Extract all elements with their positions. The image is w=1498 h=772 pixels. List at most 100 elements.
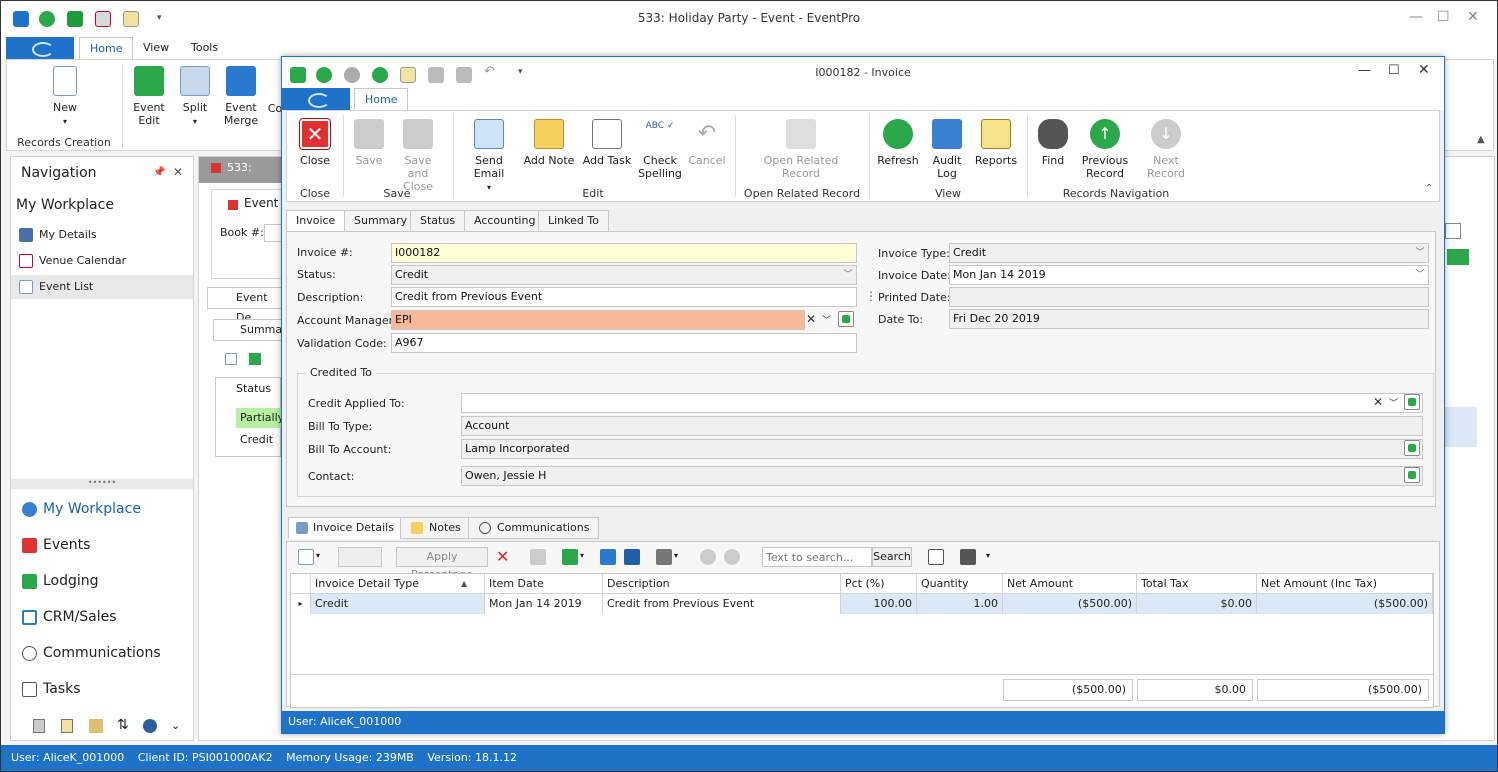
- event-edit-button[interactable]: Event Edit: [131, 66, 167, 127]
- percentage-input[interactable]: [338, 547, 382, 567]
- nav-section-lodging[interactable]: Lodging: [11, 565, 193, 597]
- delete-icon[interactable]: ✕: [496, 547, 509, 566]
- minimize-icon[interactable]: —: [1409, 9, 1423, 25]
- lookup-icon[interactable]: [1404, 394, 1420, 410]
- status-cell[interactable]: Partially: [236, 408, 284, 428]
- lookup-icon[interactable]: [1404, 440, 1420, 456]
- nav-item-my-details[interactable]: My Details: [11, 223, 193, 247]
- nav-section-my-workplace[interactable]: My Workplace: [11, 493, 193, 525]
- splitter-dots-icon[interactable]: ⋮: [865, 289, 877, 303]
- copy-icon[interactable]: [562, 549, 578, 565]
- splitter-handle[interactable]: ••••••: [11, 479, 193, 489]
- documents-icon[interactable]: [89, 719, 103, 733]
- invoice-number-field[interactable]: I000182: [391, 243, 857, 263]
- chevron-down-icon[interactable]: ﹀: [840, 266, 856, 284]
- tab-tools[interactable]: Tools: [181, 37, 228, 59]
- table-cell[interactable]: 100.00: [841, 594, 917, 614]
- nav-section-tasks[interactable]: Tasks: [11, 673, 193, 705]
- nav-section-communications[interactable]: Communications: [11, 637, 193, 669]
- account-manager-field[interactable]: EPI: [391, 310, 805, 330]
- bill-to-account-field[interactable]: Lamp Incorporated: [461, 439, 1423, 459]
- clipboard-icon[interactable]: [61, 719, 73, 733]
- column-header-net-inc-tax[interactable]: Net Amount (Inc Tax): [1257, 574, 1433, 594]
- lookup-icon[interactable]: [1404, 467, 1420, 483]
- collapse-ribbon-icon[interactable]: ▲: [1477, 134, 1485, 145]
- table-cell[interactable]: Credit from Previous Event: [603, 594, 841, 614]
- move-up-icon[interactable]: [700, 549, 716, 565]
- open-related-record-button[interactable]: Open Related Record: [761, 119, 841, 180]
- table-cell[interactable]: ($500.00): [1257, 594, 1433, 614]
- tab-summary[interactable]: Summar: [213, 319, 287, 341]
- column-header-item-date[interactable]: Item Date: [485, 574, 603, 594]
- tab-home[interactable]: Home: [354, 88, 409, 110]
- credit-applied-to-field[interactable]: [461, 393, 1423, 413]
- chevron-down-icon[interactable]: ▾: [674, 551, 678, 560]
- tab-notes[interactable]: Notes: [400, 517, 471, 539]
- tab-event-details[interactable]: Event De: [207, 287, 283, 324]
- globe-icon[interactable]: [143, 719, 157, 733]
- previous-record-button[interactable]: ↑ Previous Record: [1077, 119, 1133, 180]
- date-to-field[interactable]: Fri Dec 20 2019: [949, 309, 1429, 329]
- close-icon[interactable]: ✕: [1418, 62, 1430, 78]
- bill-to-type-field[interactable]: Account: [461, 416, 1423, 436]
- export-icon[interactable]: [600, 549, 616, 565]
- invoice-date-field[interactable]: Mon Jan 14 2019 ﹀: [949, 265, 1429, 285]
- pin-icon[interactable]: 📌: [153, 167, 165, 178]
- description-field[interactable]: Credit from Previous Event: [391, 287, 857, 307]
- table-cell[interactable]: Credit: [311, 594, 485, 614]
- chevron-down-icon[interactable]: ▾: [580, 551, 584, 560]
- import-icon[interactable]: [624, 549, 640, 565]
- close-button[interactable]: ✕ Close: [295, 118, 335, 167]
- chevron-down-icon[interactable]: ﹀: [1412, 266, 1428, 284]
- invoice-app-menu-button[interactable]: [282, 88, 350, 110]
- tab-invoice[interactable]: Invoice: [286, 210, 346, 232]
- reports-button[interactable]: Reports: [973, 119, 1019, 167]
- tab-invoice-details[interactable]: Invoice Details: [288, 517, 404, 539]
- close-icon[interactable]: ✕: [1467, 9, 1479, 25]
- lookup-icon[interactable]: [1445, 223, 1461, 239]
- sort-arrows-icon[interactable]: ⇅: [117, 717, 129, 733]
- chevron-down-icon[interactable]: ▾: [986, 551, 990, 560]
- refresh-button[interactable]: Refresh: [877, 119, 919, 167]
- find-button[interactable]: Find: [1033, 119, 1073, 167]
- audit-log-button[interactable]: Audit Log: [927, 119, 967, 180]
- nav-item-event-list[interactable]: Event List: [11, 275, 193, 299]
- clear-icon[interactable]: ✕: [806, 312, 816, 326]
- validation-code-field[interactable]: A967: [391, 333, 857, 353]
- save-layout-icon[interactable]: [960, 549, 976, 565]
- save-button[interactable]: Save: [349, 119, 389, 167]
- table-cell[interactable]: $0.00: [1137, 594, 1257, 614]
- printed-date-field[interactable]: [949, 287, 1429, 307]
- filter-icon[interactable]: [656, 549, 672, 565]
- chevron-down-icon[interactable]: ﹀: [822, 313, 831, 326]
- edit-row-icon[interactable]: [530, 549, 546, 565]
- new-icon[interactable]: [225, 353, 237, 365]
- status-select[interactable]: Credit ﹀: [391, 265, 857, 285]
- add-task-button[interactable]: Add Task: [581, 119, 633, 167]
- chevron-down-icon[interactable]: ﹀: [1389, 396, 1398, 409]
- minimize-icon[interactable]: —: [1358, 63, 1371, 78]
- chevron-down-icon[interactable]: ▾: [316, 551, 320, 560]
- app-menu-button[interactable]: [6, 37, 74, 59]
- next-record-button[interactable]: ↓ Next Record: [1133, 119, 1199, 180]
- save-and-close-button[interactable]: Save and Close: [393, 119, 443, 193]
- invoice-type-select[interactable]: Credit ﹀: [949, 243, 1429, 263]
- apply-percentage-button[interactable]: Apply Percentage: [396, 547, 488, 581]
- event-merge-button[interactable]: Event Merge: [221, 66, 261, 127]
- lookup-icon[interactable]: [838, 311, 854, 327]
- table-cell[interactable]: Mon Jan 14 2019: [485, 594, 603, 614]
- column-header-quantity[interactable]: Quantity: [917, 574, 1003, 594]
- new-row-icon[interactable]: [298, 549, 314, 565]
- check-spelling-button[interactable]: ABC ✓ Check Spelling: [637, 119, 683, 180]
- new-button[interactable]: New ▾: [47, 66, 83, 128]
- search-input[interactable]: [762, 547, 872, 567]
- nav-section-crm-sales[interactable]: CRM/Sales: [11, 601, 193, 633]
- column-header-net-amount[interactable]: Net Amount: [1003, 574, 1137, 594]
- nav-more-icon[interactable]: ⌄: [171, 719, 180, 732]
- send-email-button[interactable]: Send Email ▾: [459, 119, 519, 194]
- nav-section-events[interactable]: Events: [11, 529, 193, 561]
- tab-communications[interactable]: Communications: [468, 517, 600, 539]
- status-cell[interactable]: Credit: [236, 430, 282, 450]
- move-down-icon[interactable]: [724, 549, 740, 565]
- close-nav-icon[interactable]: ✕: [173, 165, 183, 179]
